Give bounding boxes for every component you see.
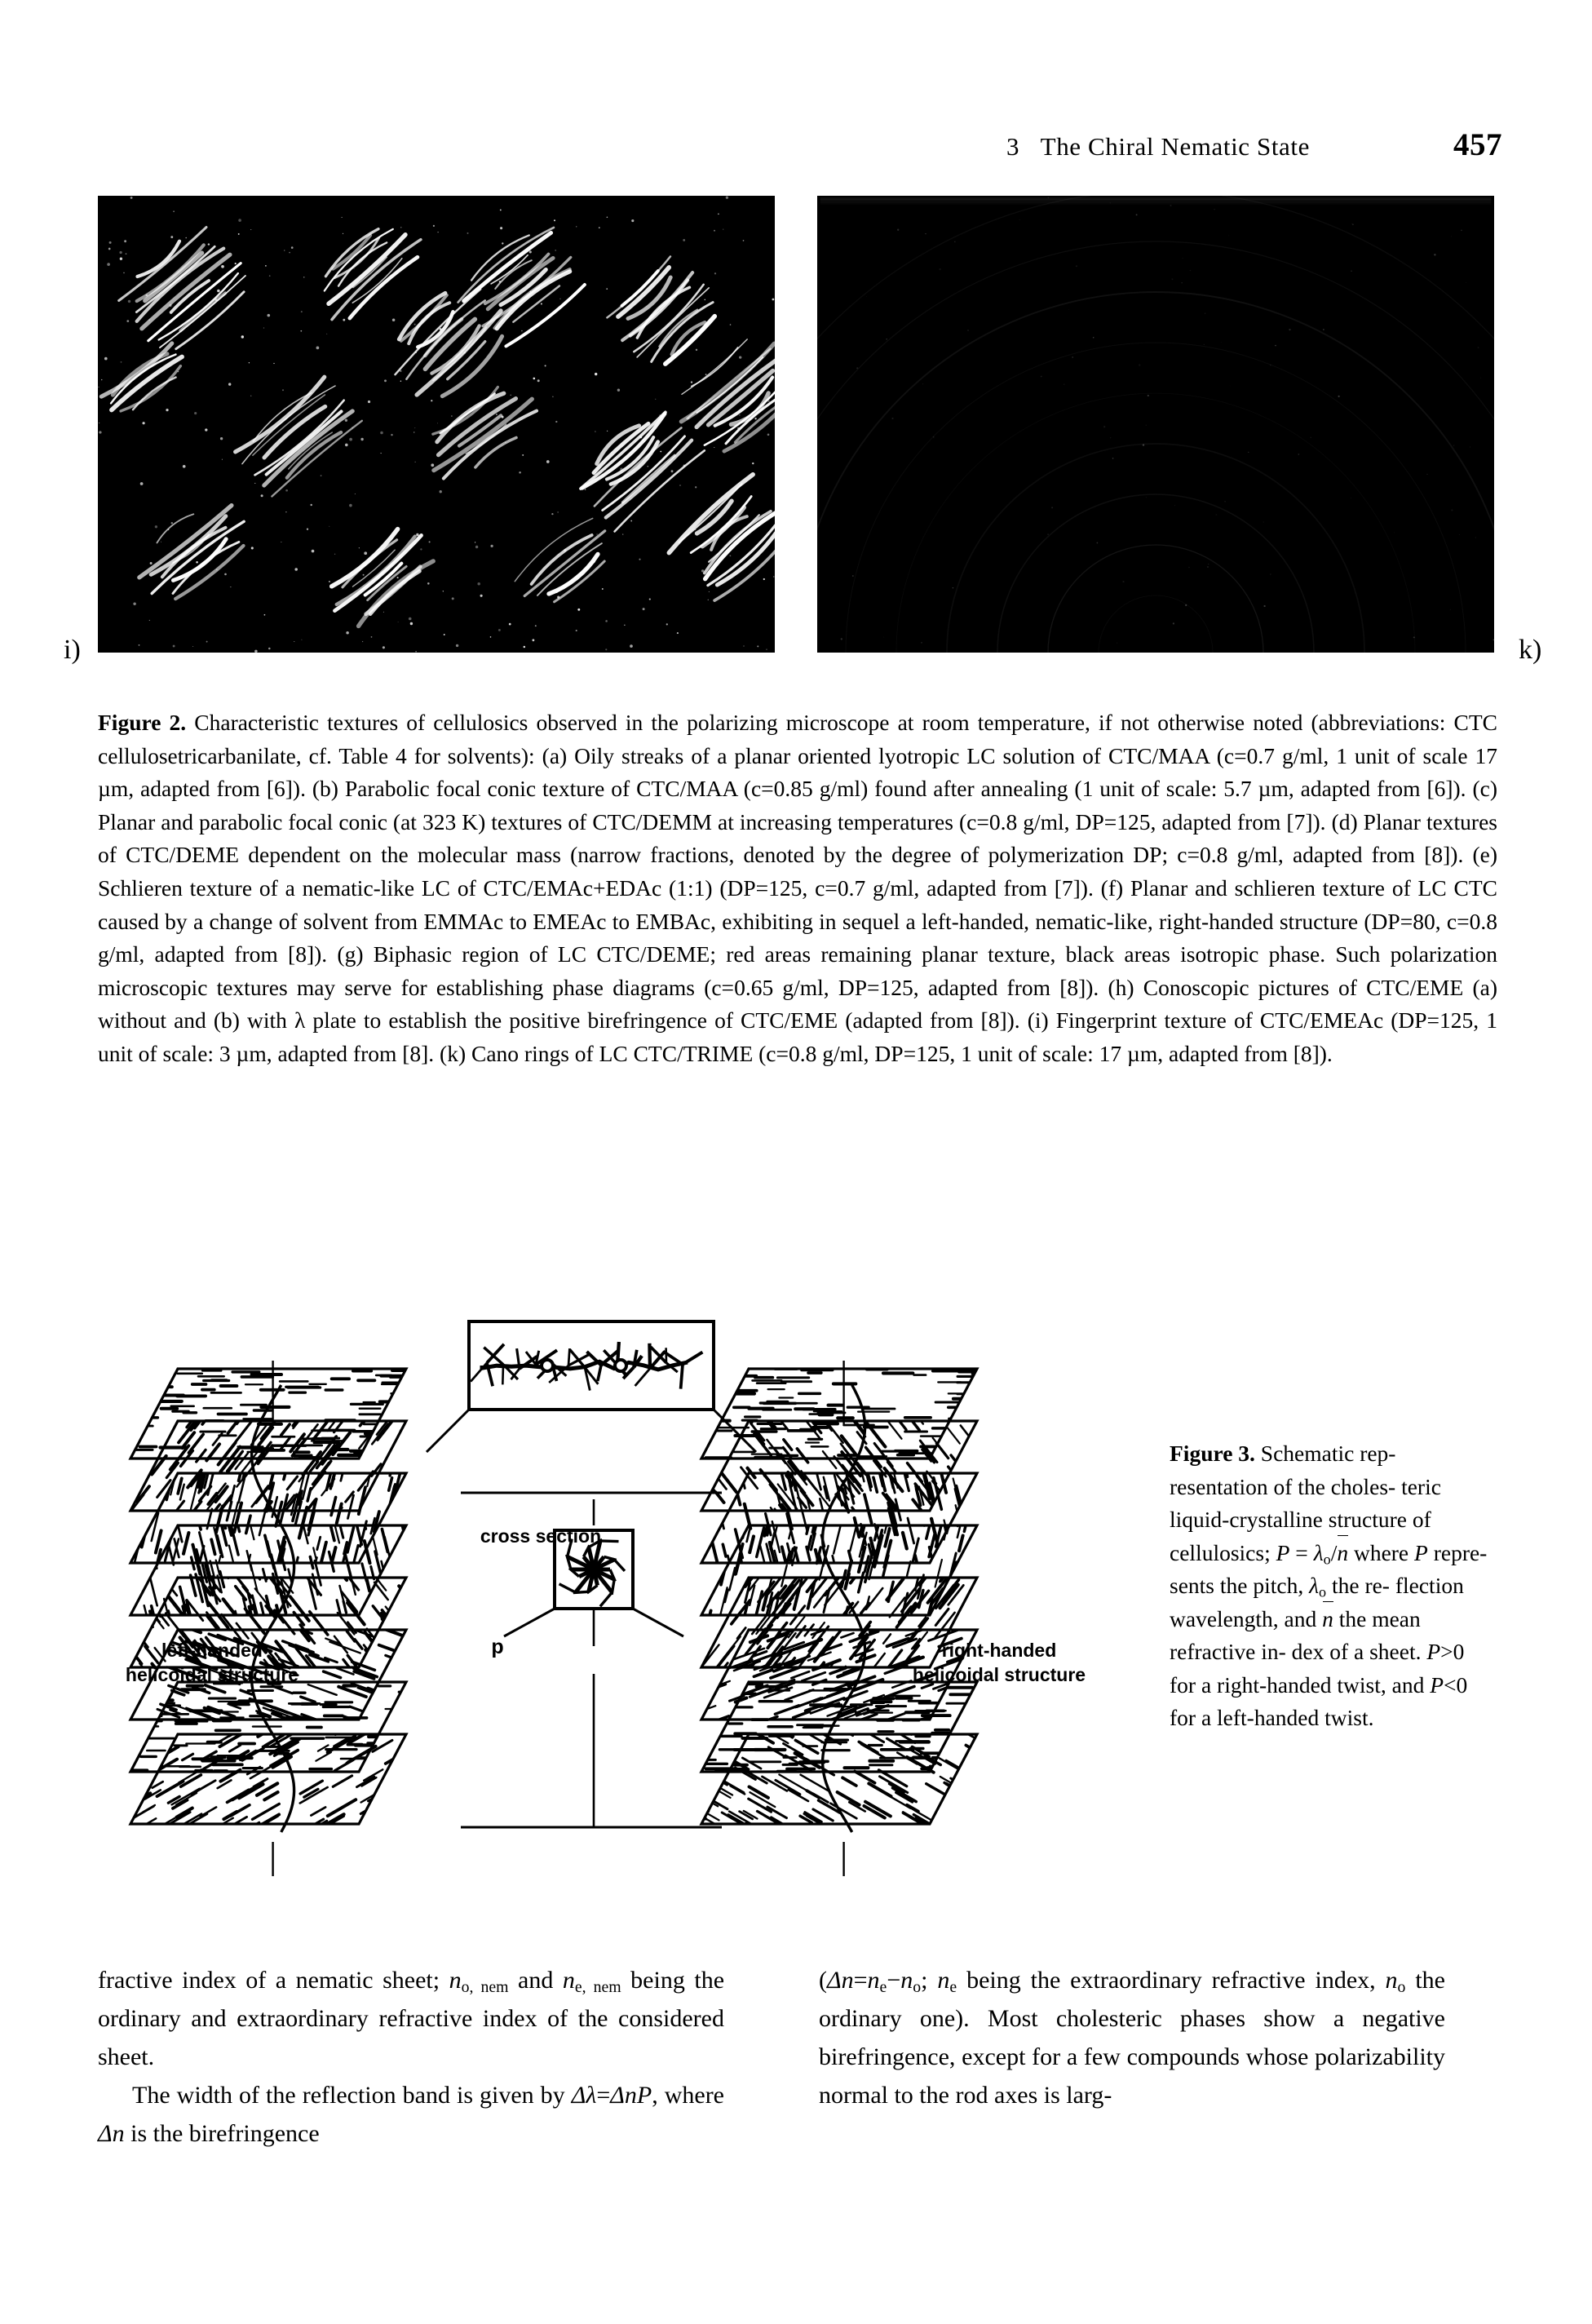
fig3-line-5b: repre-: [1427, 1539, 1488, 1565]
bl-sub-1: o, nem: [461, 1978, 509, 1997]
fig3-lambda2-sub: o: [1319, 1583, 1327, 1600]
bl-p2c: is the birefringence: [124, 2120, 320, 2147]
body-right-paragraph-1: (Δn=ne−no; ne being the extraordinary re…: [819, 1961, 1445, 2114]
br-p1rest: being the extraordinary refractive index…: [957, 1967, 1386, 1994]
bl-p1a: fractive index of a nematic sheet;: [98, 1967, 449, 1994]
bl-sub-2: e, nem: [574, 1978, 621, 1997]
fig3-slash: /: [1330, 1539, 1338, 1565]
fig3-line-9a: dex of a sheet.: [1291, 1639, 1427, 1664]
fig3-line-6a: sents the pitch,: [1170, 1573, 1310, 1598]
fig3-symbol-P2: P: [1414, 1539, 1428, 1565]
fingerprint-texture-graphic: [98, 196, 775, 653]
bl-symbol-n1: n: [449, 1967, 462, 1994]
cholesteric-structure-drawing: [128, 1320, 980, 1876]
fig3-symbol-P4: P: [1430, 1671, 1444, 1698]
br-eq: =: [853, 1967, 868, 1994]
fig3-line-1: Schematic rep-: [1254, 1441, 1396, 1466]
br-symbol-ne: n: [867, 1967, 880, 1994]
br-minus: −: [887, 1967, 901, 1994]
running-head: 3 The Chiral Nematic State 457: [98, 126, 1502, 169]
plate-label-k: k): [1519, 635, 1542, 665]
fig3-line-10: a right-handed twist, and: [1201, 1671, 1425, 1698]
bl-symbol-dn: Δn: [610, 2082, 637, 2109]
figure-3-caption: Figure 3. Schematic rep- resentation of …: [1170, 1437, 1496, 1735]
bl-p2b: , where: [652, 2082, 724, 2109]
body-column-left: fractive index of a nematic sheet; no, n…: [98, 1961, 724, 2153]
br-open-paren: (: [819, 1967, 827, 1994]
plate-label-i: i): [64, 635, 81, 665]
figure-3-label: Figure 3.: [1170, 1441, 1255, 1466]
fig3-symbol-nbar: n: [1337, 1534, 1348, 1570]
fig3-line-5a: where: [1348, 1539, 1415, 1565]
page-number: 457: [1453, 127, 1502, 162]
cano-rings-graphic: [817, 196, 1494, 653]
br-symbol-dn: Δn: [827, 1967, 854, 1994]
left-handed-line2: helicoidal structure: [125, 1664, 299, 1685]
fig3-symbol-lambda2: λ: [1309, 1573, 1320, 1598]
br-symbol-ne2: n: [937, 1967, 950, 1994]
micrograph-plate-row: [98, 196, 1494, 653]
diagram-label-right-handed: right-handed helicoidal structure: [889, 1638, 1109, 1687]
body-column-right: (Δn=ne−no; ne being the extraordinary re…: [819, 1961, 1445, 2114]
micrograph-cano-rings: [817, 196, 1494, 653]
br-no-sub: o: [913, 1978, 922, 1997]
figure-3-schematic: left-handed helicoidal structure right-h…: [98, 1305, 1117, 1876]
diagram-label-left-handed: left-handed helicoidal structure: [114, 1638, 310, 1687]
chapter-title: The Chiral Nematic State: [1040, 132, 1310, 161]
bl-symbol-n2: n: [562, 1967, 575, 1994]
fig3-line-12: twist.: [1324, 1705, 1374, 1730]
br-symbol-no2: n: [1385, 1967, 1398, 1994]
bl-symbol-P: P: [636, 2082, 652, 2109]
br-ne-sub: e: [879, 1978, 887, 1997]
fig3-symbol-nbar2: n: [1322, 1600, 1333, 1636]
br-symbol-no: n: [900, 1967, 913, 1994]
body-left-paragraph-2: The width of the reflection band is give…: [98, 2076, 724, 2153]
diagram-label-pitch: p: [491, 1636, 504, 1658]
bl-symbol-dn2: Δn: [98, 2120, 125, 2147]
br-semicolon: ;: [921, 1967, 938, 1994]
fig3-symbol-lambda: λ: [1313, 1539, 1324, 1565]
fig3-line-6b: the re-: [1326, 1573, 1390, 1598]
fig3-equals: =: [1289, 1539, 1314, 1565]
bl-eq: =: [596, 2082, 611, 2109]
left-handed-line1: left-handed: [161, 1640, 263, 1661]
chapter-number: 3: [1006, 132, 1019, 161]
fig3-symbol-P: P: [1276, 1539, 1290, 1565]
figure-2-caption: Figure 2. Characteristic textures of cel…: [98, 706, 1497, 1071]
diagram-label-cross-section: cross section: [480, 1525, 602, 1547]
figure-2-label: Figure 2.: [98, 710, 187, 735]
bl-p1b: and: [508, 1967, 563, 1994]
bl-symbol-dlambda: Δλ: [571, 2082, 597, 2109]
fig3-lambda-sub: o: [1323, 1551, 1331, 1568]
bl-p2a: The width of the reflection band is give…: [132, 2082, 572, 2109]
br-no2-sub: o: [1397, 1978, 1406, 1997]
fig3-line-2: resentation of the choles-: [1170, 1473, 1396, 1499]
right-handed-line1: right-handed: [941, 1640, 1057, 1661]
right-handed-line2: helicoidal structure: [912, 1664, 1086, 1685]
micrograph-fingerprint-texture: [98, 196, 775, 653]
body-left-paragraph-1: fractive index of a nematic sheet; no, n…: [98, 1961, 724, 2076]
br-ne2-sub: e: [949, 1978, 957, 1997]
fig3-symbol-P3: P: [1426, 1639, 1441, 1664]
figure-2-text: Characteristic textures of cellulosics o…: [98, 710, 1498, 1066]
